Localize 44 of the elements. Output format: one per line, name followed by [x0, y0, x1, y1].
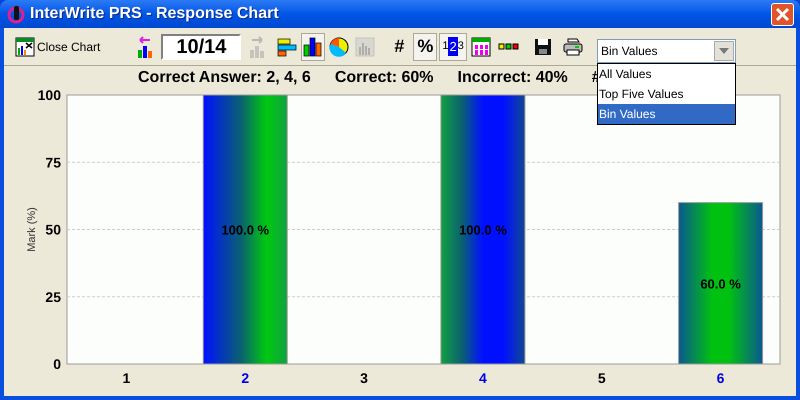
bar-chart-icon [303, 36, 324, 56]
question-counter-field[interactable]: 10/14 [161, 34, 242, 60]
previous-icon [137, 36, 154, 58]
save-icon [534, 38, 552, 56]
close-button[interactable] [771, 2, 794, 26]
numbering-toggle[interactable]: 123 [439, 32, 467, 60]
bar-value-label: 100.0 % [459, 222, 507, 238]
x-tick-label: 1 [122, 370, 130, 386]
x-tick-label: 6 [716, 370, 724, 386]
dropdown-option[interactable]: Top Five Values [598, 84, 735, 104]
calendar-icon [470, 36, 491, 56]
y-tick-label: 75 [45, 154, 61, 170]
summary-text: Correct: 60% [334, 68, 434, 88]
next-icon [249, 36, 266, 58]
dropdown-option[interactable]: All Values [598, 64, 735, 84]
y-tick-label: 0 [53, 356, 61, 372]
x-tick-label: 2 [241, 370, 250, 386]
summary-text: Correct Answer: 2, 4, 6 [138, 68, 311, 88]
y-tick-label: 100 [38, 90, 61, 103]
close-icon [775, 6, 790, 22]
y-tick-label: 25 [45, 288, 61, 305]
summary-text: Incorrect: 40% [458, 68, 568, 88]
close-chart-button[interactable]: Close Chart [12, 34, 104, 58]
pie-chart-icon [329, 36, 350, 56]
app-logo-icon [6, 4, 26, 24]
dropdown-option[interactable]: Bin Values [598, 104, 735, 124]
bar-chart-icon [355, 36, 376, 56]
chart-icon [15, 36, 35, 56]
window-title: InterWrite PRS - Response Chart [30, 4, 279, 24]
view-dropdown[interactable]: Bin Values [597, 39, 736, 63]
caret-icon [719, 48, 729, 54]
x-tick-label: 4 [479, 370, 487, 386]
x-tick-label: 5 [598, 370, 606, 386]
percent-toggle[interactable]: % [413, 32, 438, 60]
bar-value-label: 60.0 % [700, 276, 741, 292]
bar-value-label: 100.0 % [221, 222, 270, 238]
horizontal-bar-chart-icon [277, 36, 298, 56]
y-axis-title: Mark (%) [26, 207, 38, 252]
y-tick-label: 50 [45, 222, 61, 238]
x-tick-label: 3 [360, 370, 368, 386]
print-icon [562, 38, 583, 56]
count-toggle[interactable]: # [387, 32, 412, 60]
bar-chart-button[interactable] [301, 32, 326, 60]
colored-squares-icon [498, 42, 520, 52]
